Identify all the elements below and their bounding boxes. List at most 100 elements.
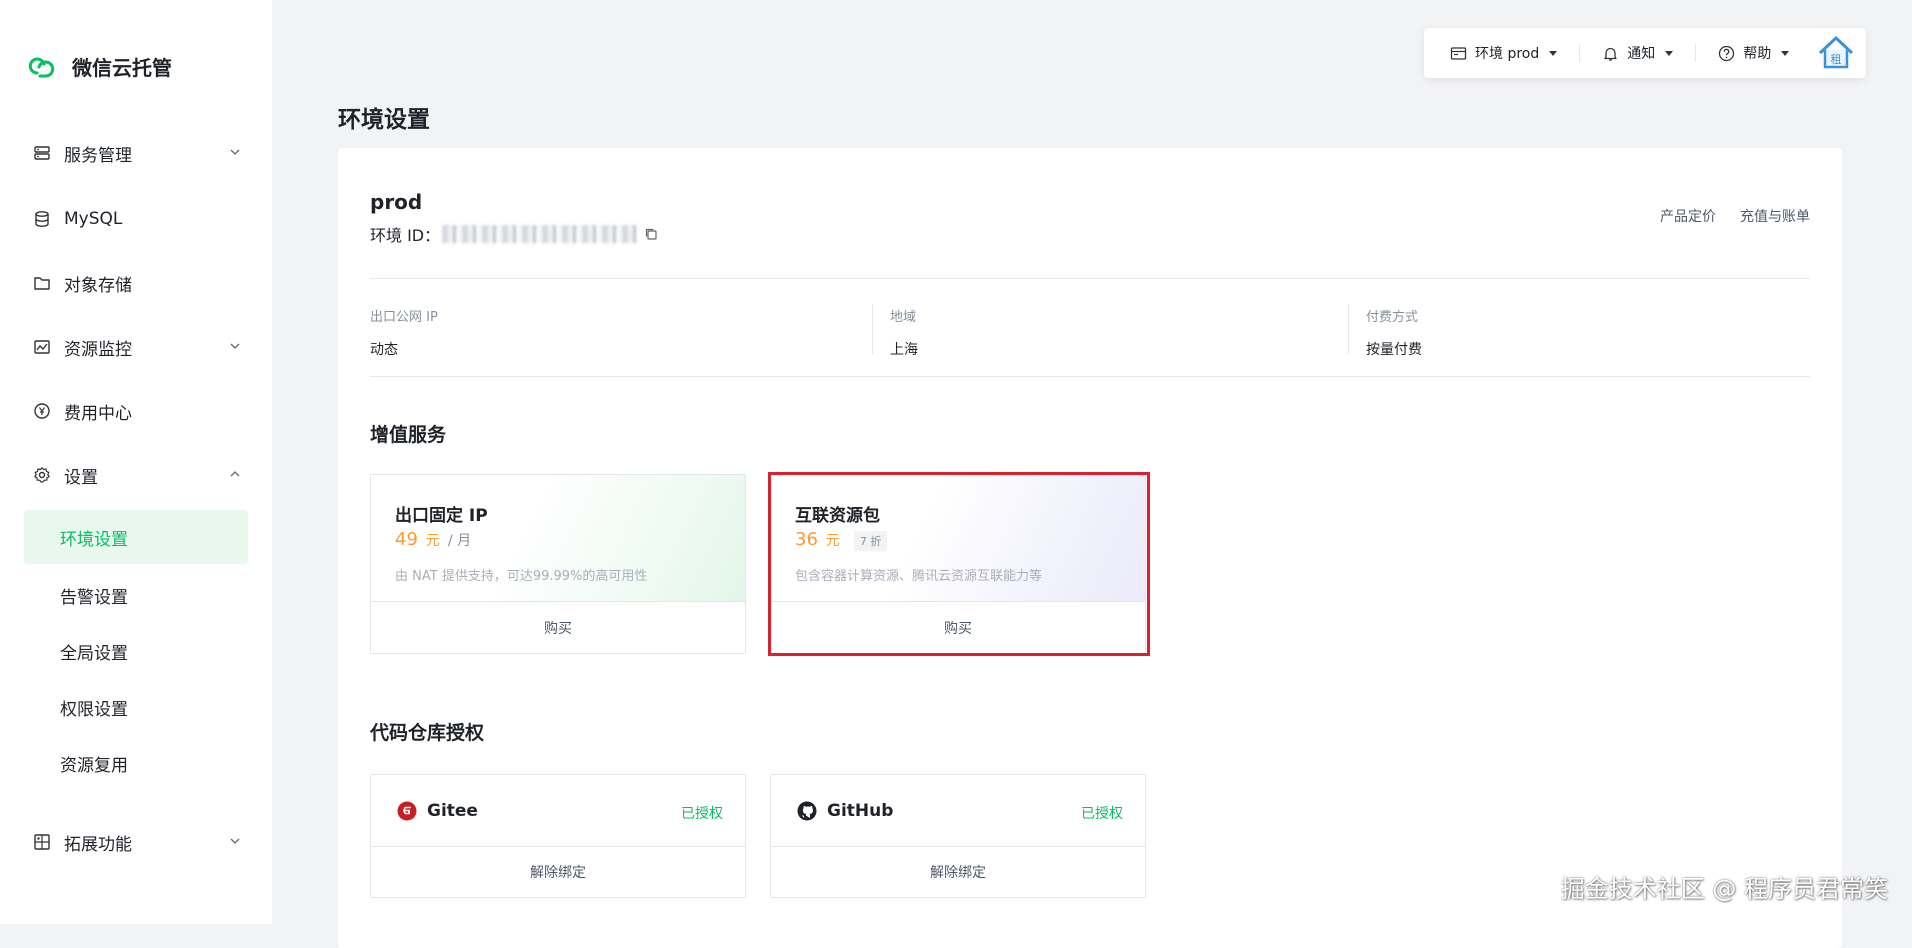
caret-down-icon xyxy=(1781,50,1790,56)
caret-down-icon xyxy=(1665,50,1674,56)
price-unit: 元 xyxy=(425,533,440,549)
env-id-label: 环境 ID： xyxy=(370,226,441,245)
auth-status: 已授权 xyxy=(1081,806,1123,822)
unbind-button[interactable]: 解除绑定 xyxy=(771,846,1145,897)
buy-button[interactable]: 购买 xyxy=(371,601,745,653)
buy-button[interactable]: 购买 xyxy=(771,601,1145,653)
chevron-up-icon xyxy=(230,471,240,477)
sidebar-item-extensions[interactable]: 拓展功能 xyxy=(24,815,248,869)
sidebar-subitem-env-settings[interactable]: 环境设置 xyxy=(24,510,248,564)
yen-coin-icon xyxy=(32,401,52,421)
toolbar-divider xyxy=(1695,44,1697,62)
gitee-icon xyxy=(397,801,417,821)
notification-label: 通知 xyxy=(1627,46,1656,62)
service-description: 由 NAT 提供支持，可达99.99%的高可用性 xyxy=(395,569,648,584)
env-settings-card: prod 环境 ID： 产品定价 充值与账单 出口公网 IP 动态 地域 上海 … xyxy=(338,148,1842,948)
notification-menu[interactable]: 通知 xyxy=(1602,28,1674,78)
avatar[interactable]: 租 xyxy=(1814,31,1858,75)
service-card-resource-pack: 互联资源包 36 元 7 折 包含容器计算资源、腾讯云资源互联能力等 购买 xyxy=(770,474,1146,654)
chevron-down-icon xyxy=(230,838,240,844)
sidebar-subitem-permission-settings[interactable]: 权限设置 xyxy=(24,680,248,734)
sidebar-item-settings[interactable]: 设置 xyxy=(24,448,248,502)
server-icon xyxy=(32,143,52,163)
info-label: 地域 xyxy=(890,310,917,325)
sidebar-subitem-resource-reuse[interactable]: 资源复用 xyxy=(24,736,248,790)
environment-icon xyxy=(1450,46,1467,60)
sidebar-item-object-storage[interactable]: 对象存储 xyxy=(24,256,248,310)
discount-badge: 7 折 xyxy=(853,531,888,551)
env-id-redacted xyxy=(442,225,639,243)
value-added-section-title: 增值服务 xyxy=(370,424,447,446)
repo-name: Gitee xyxy=(427,801,478,821)
info-label: 出口公网 IP xyxy=(370,310,438,325)
sidebar-item-label: 费用中心 xyxy=(64,403,132,424)
recharge-billing-link[interactable]: 充值与账单 xyxy=(1740,206,1810,226)
wechat-cloud-logo-icon xyxy=(28,57,55,77)
help-label: 帮助 xyxy=(1743,46,1772,62)
copy-icon[interactable] xyxy=(644,227,658,241)
price-unit: 元 xyxy=(825,533,840,549)
info-label: 付费方式 xyxy=(1366,310,1419,325)
sidebar-subitem-alert-settings[interactable]: 告警设置 xyxy=(24,568,248,622)
price-value: 36 xyxy=(795,529,818,550)
env-id-row: 环境 ID： xyxy=(370,222,658,246)
help-menu[interactable]: 帮助 xyxy=(1718,28,1790,78)
info-value: 按量付费 xyxy=(1366,342,1422,358)
chevron-down-icon xyxy=(230,149,240,155)
info-egress-ip: 出口公网 IP 动态 xyxy=(370,306,438,359)
page-title: 环境设置 xyxy=(338,107,430,133)
brand-name: 微信云托管 xyxy=(72,56,172,80)
info-divider xyxy=(872,304,873,354)
watermark: 掘金技术社区 @ 程序员君常笑 xyxy=(1560,875,1888,903)
help-circle-icon xyxy=(1719,45,1735,61)
sidebar-item-label: MySQL xyxy=(64,209,123,229)
service-name: 出口固定 IP xyxy=(395,506,488,526)
repo-card-github: GitHub 已授权 解除绑定 xyxy=(770,774,1146,898)
caret-down-icon xyxy=(1549,50,1558,56)
toolbar-divider xyxy=(1579,44,1581,62)
service-price: 36 元 7 折 xyxy=(795,529,888,551)
house-avatar-icon: 租 xyxy=(1818,36,1854,69)
info-value: 上海 xyxy=(890,342,918,358)
divider xyxy=(370,376,1810,377)
top-toolbar: 环境 prod 通知 帮助 租 xyxy=(1424,28,1866,78)
folder-icon xyxy=(32,273,52,293)
database-icon xyxy=(32,209,52,229)
info-value: 动态 xyxy=(370,342,398,358)
sidebar-item-label: 资源监控 xyxy=(64,339,132,360)
sidebar-item-service-management[interactable]: 服务管理 xyxy=(24,126,248,180)
price-period: / 月 xyxy=(447,533,472,549)
top-links: 产品定价 充值与账单 xyxy=(1636,206,1810,226)
gear-icon xyxy=(32,465,52,485)
env-switcher[interactable]: 环境 prod xyxy=(1450,28,1558,78)
brand[interactable]: 微信云托管 xyxy=(28,52,172,81)
sidebar-subitem-global-settings[interactable]: 全局设置 xyxy=(24,624,248,678)
repo-auth-section-title: 代码仓库授权 xyxy=(370,722,485,744)
service-card-fixed-ip: 出口固定 IP 49 元 / 月 由 NAT 提供支持，可达99.99%的高可用… xyxy=(370,474,746,654)
sidebar-item-label: 服务管理 xyxy=(64,145,132,166)
chevron-down-icon xyxy=(230,343,240,349)
info-region: 地域 上海 xyxy=(890,306,918,359)
sidebar-item-label: 对象存储 xyxy=(64,275,132,296)
service-price: 49 元 / 月 xyxy=(395,529,471,550)
sidebar-item-resource-monitor[interactable]: 资源监控 xyxy=(24,320,248,374)
unbind-button[interactable]: 解除绑定 xyxy=(371,846,745,897)
price-value: 49 xyxy=(395,529,418,550)
repo-header: Gitee xyxy=(397,801,478,821)
auth-status: 已授权 xyxy=(681,806,723,822)
sidebar-item-mysql[interactable]: MySQL xyxy=(24,192,248,246)
service-description: 包含容器计算资源、腾讯云资源互联能力等 xyxy=(795,569,1043,584)
monitor-chart-icon xyxy=(32,337,52,357)
sidebar-item-billing-center[interactable]: 费用中心 xyxy=(24,384,248,438)
pricing-link[interactable]: 产品定价 xyxy=(1660,206,1716,226)
divider xyxy=(370,278,1810,279)
sidebar: 微信云托管 服务管理 MySQL 对象存储 资源监控 费用中心 设置 环境设置 … xyxy=(0,0,272,924)
svg-text:租: 租 xyxy=(1831,53,1842,66)
env-switcher-label: 环境 prod xyxy=(1475,46,1540,62)
bell-icon xyxy=(1604,47,1617,61)
service-name: 互联资源包 xyxy=(795,506,880,526)
repo-card-gitee: Gitee 已授权 解除绑定 xyxy=(370,774,746,898)
sidebar-item-label: 设置 xyxy=(64,467,98,488)
sidebar-item-label: 拓展功能 xyxy=(64,834,132,855)
env-name: prod xyxy=(370,190,423,214)
